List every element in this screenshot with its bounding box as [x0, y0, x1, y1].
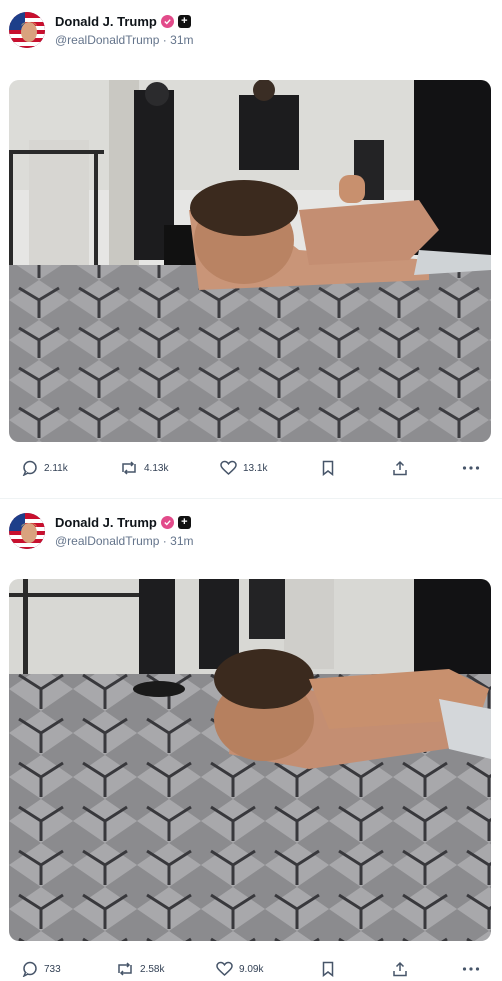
post-2: Donald J. Trump + @realDonaldTrump · 31m: [0, 499, 502, 981]
repost-icon: [122, 461, 136, 475]
author-name[interactable]: Donald J. Trump: [55, 14, 157, 29]
reply-icon: [22, 460, 37, 476]
bookmark-button[interactable]: [322, 961, 334, 977]
action-bar: 2.11k 4.13k 13.1k: [22, 458, 482, 478]
post-time[interactable]: 31m: [170, 33, 193, 47]
like-button[interactable]: 9.09k: [216, 961, 263, 977]
repost-button[interactable]: 2.58k: [116, 961, 164, 977]
reply-count: 2.11k: [44, 462, 68, 474]
avatar[interactable]: [9, 513, 45, 549]
like-button[interactable]: 13.1k: [220, 460, 267, 476]
post-image[interactable]: [9, 579, 491, 941]
bookmark-icon: [322, 460, 334, 476]
verified-badge-icon: [160, 515, 174, 529]
more-button[interactable]: [462, 465, 480, 471]
heart-icon: [216, 961, 233, 977]
post-header: Donald J. Trump + @realDonaldTrump · 31m: [9, 513, 193, 549]
more-icon: [462, 967, 480, 971]
repost-count: 2.58k: [140, 963, 165, 975]
more-button[interactable]: [462, 966, 480, 972]
post-1: Donald J. Trump + @realDonaldTrump · 31m: [0, 0, 502, 499]
verified-badge-icon: [160, 14, 174, 28]
more-icon: [462, 466, 480, 470]
share-icon: [393, 460, 407, 476]
author-handle[interactable]: @realDonaldTrump: [55, 33, 159, 47]
reply-icon: [22, 961, 37, 977]
reply-button[interactable]: 2.11k: [22, 460, 68, 476]
reply-count: 733: [44, 963, 61, 975]
avatar[interactable]: [9, 12, 45, 48]
share-button[interactable]: [392, 460, 408, 476]
like-count: 13.1k: [243, 462, 268, 474]
action-bar: 733 2.58k 9.09k: [22, 959, 482, 979]
bookmark-icon: [322, 961, 334, 977]
repost-icon: [118, 962, 132, 976]
author-name[interactable]: Donald J. Trump: [55, 515, 157, 530]
share-icon: [393, 961, 407, 977]
post-image[interactable]: [9, 80, 491, 442]
repost-button[interactable]: 4.13k: [120, 460, 168, 476]
post-time[interactable]: 31m: [170, 534, 193, 548]
plus-badge-icon: +: [177, 14, 191, 28]
plus-badge-icon: +: [177, 515, 191, 529]
heart-icon: [220, 460, 237, 476]
reply-button[interactable]: 733: [22, 961, 61, 977]
post-header: Donald J. Trump + @realDonaldTrump · 31m: [9, 12, 193, 48]
author-handle[interactable]: @realDonaldTrump: [55, 534, 159, 548]
repost-count: 4.13k: [144, 462, 169, 474]
bookmark-button[interactable]: [322, 460, 334, 476]
share-button[interactable]: [392, 961, 408, 977]
like-count: 9.09k: [239, 963, 264, 975]
